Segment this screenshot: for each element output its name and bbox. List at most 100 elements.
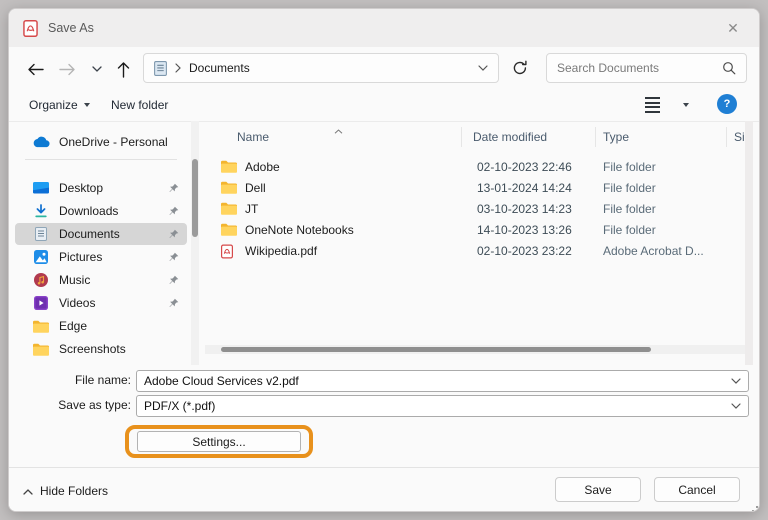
column-header-name[interactable]: Name xyxy=(237,130,269,144)
forward-button[interactable] xyxy=(55,57,79,81)
sidebar-item-label: Screenshots xyxy=(59,342,126,356)
horizontal-scrollbar[interactable] xyxy=(205,345,753,354)
file-date: 02-10-2023 22:46 xyxy=(477,160,572,174)
file-name: Dell xyxy=(245,181,266,195)
sidebar-item-label: OneDrive - Personal xyxy=(59,135,168,149)
folder-icon xyxy=(221,181,237,194)
column-divider[interactable] xyxy=(461,127,462,147)
file-row-dell[interactable]: Dell 13-01-2024 14:24 File folder xyxy=(205,178,753,199)
sidebar-item-label: Music xyxy=(59,273,90,287)
file-name-combobox[interactable] xyxy=(136,370,749,392)
file-type: File folder xyxy=(603,202,656,216)
cancel-button[interactable]: Cancel xyxy=(654,477,740,502)
up-button[interactable] xyxy=(111,57,135,81)
search-input[interactable] xyxy=(547,61,722,75)
hide-folders-button[interactable]: Hide Folders xyxy=(23,481,108,501)
folder-icon xyxy=(221,160,237,173)
acrobat-pdf-icon xyxy=(23,20,38,37)
save-as-type-combobox[interactable]: PDF/X (*.pdf) xyxy=(136,395,749,417)
column-header-date-modified[interactable]: Date modified xyxy=(473,130,547,144)
chevron-down-icon[interactable] xyxy=(731,378,741,384)
pin-icon xyxy=(169,229,179,239)
resize-grip[interactable] xyxy=(748,502,758,512)
file-name: OneNote Notebooks xyxy=(245,223,354,237)
sidebar-item-label: Edge xyxy=(59,319,87,333)
sidebar-item-label: Downloads xyxy=(59,204,118,218)
file-row-wikipedia-pdf[interactable]: Wikipedia.pdf 02-10-2023 23:22 Adobe Acr… xyxy=(205,241,753,262)
file-date: 14-10-2023 13:26 xyxy=(477,223,572,237)
search-box xyxy=(546,53,747,83)
recent-locations-chevron-icon[interactable] xyxy=(85,57,109,81)
chevron-up-icon xyxy=(23,484,33,498)
address-dropdown-chevron-icon[interactable] xyxy=(478,65,488,71)
back-button[interactable] xyxy=(23,57,47,81)
column-divider[interactable] xyxy=(595,127,596,147)
chevron-down-icon[interactable] xyxy=(731,403,741,409)
sidebar-item-videos[interactable]: Videos xyxy=(15,292,187,314)
file-row-onenote-notebooks[interactable]: OneNote Notebooks 14-10-2023 13:26 File … xyxy=(205,220,753,241)
breadcrumb-documents[interactable]: Documents xyxy=(189,61,250,75)
sort-ascending-icon xyxy=(334,121,343,139)
sidebar-item-onedrive[interactable]: OneDrive - Personal xyxy=(15,131,187,153)
settings-button[interactable]: Settings... xyxy=(137,431,301,452)
file-list: Name Date modified Type Size Adobe 02-10… xyxy=(205,121,753,365)
file-list-vertical-scrollbar[interactable] xyxy=(745,121,753,365)
sidebar-scrollbar[interactable] xyxy=(191,121,199,365)
sidebar-item-label: Videos xyxy=(59,296,95,310)
sidebar-item-documents[interactable]: Documents xyxy=(15,223,187,245)
save-as-type-label: Save as type: xyxy=(9,398,131,412)
title-bar[interactable]: Save As ✕ xyxy=(9,9,759,47)
pdf-file-icon xyxy=(221,244,233,259)
window-title: Save As xyxy=(48,21,94,35)
main-area: OneDrive - Personal Desktop Downloads xyxy=(9,121,760,365)
pin-icon xyxy=(169,183,179,193)
sidebar-item-music[interactable]: Music xyxy=(15,269,187,291)
file-type: Adobe Acrobat D... xyxy=(603,244,704,258)
file-row-adobe[interactable]: Adobe 02-10-2023 22:46 File folder xyxy=(205,157,753,178)
sidebar-item-screenshots[interactable]: Screenshots xyxy=(15,338,187,360)
sidebar-separator xyxy=(25,159,177,160)
sidebar-item-desktop[interactable]: Desktop xyxy=(15,177,187,199)
change-view-button[interactable] xyxy=(639,93,666,117)
file-row-jt[interactable]: JT 03-10-2023 14:23 File folder xyxy=(205,199,753,220)
list-view-icon xyxy=(645,97,660,113)
pin-icon xyxy=(169,206,179,216)
sidebar-item-pictures[interactable]: Pictures xyxy=(15,246,187,268)
screenshot-frame: Save As ✕ Do xyxy=(0,0,768,520)
save-as-type-value: PDF/X (*.pdf) xyxy=(137,399,731,413)
refresh-button[interactable] xyxy=(507,56,533,80)
view-options-chevron-icon[interactable] xyxy=(677,93,695,117)
sidebar-item-edge[interactable]: Edge xyxy=(15,315,187,337)
sidebar-item-label: Pictures xyxy=(59,250,102,264)
footer-bar: Hide Folders Save Cancel xyxy=(9,467,760,512)
column-headers: Name Date modified Type Size xyxy=(205,125,753,149)
column-divider[interactable] xyxy=(726,127,727,147)
sidebar-scrollbar-thumb[interactable] xyxy=(192,159,198,237)
pictures-icon xyxy=(31,250,51,264)
help-button[interactable]: ? xyxy=(717,94,737,114)
horizontal-scrollbar-thumb[interactable] xyxy=(221,347,651,352)
organize-button[interactable]: Organize xyxy=(23,93,96,117)
file-type: File folder xyxy=(603,160,656,174)
save-button[interactable]: Save xyxy=(555,477,641,502)
new-folder-button[interactable]: New folder xyxy=(105,93,174,117)
music-icon xyxy=(31,273,51,287)
highlight-annotation: Settings... xyxy=(125,425,313,458)
address-bar[interactable]: Documents xyxy=(143,53,499,83)
save-as-dialog: Save As ✕ Do xyxy=(8,8,760,512)
folder-icon xyxy=(221,202,237,215)
column-header-type[interactable]: Type xyxy=(603,130,629,144)
file-name: Adobe xyxy=(245,160,280,174)
sidebar-item-downloads[interactable]: Downloads xyxy=(15,200,187,222)
breadcrumb-chevron-icon xyxy=(175,63,181,73)
file-name-input[interactable] xyxy=(137,374,731,388)
close-button[interactable]: ✕ xyxy=(721,17,745,39)
documents-location-icon xyxy=(154,61,167,76)
folder-icon xyxy=(221,223,237,236)
folder-icon xyxy=(31,320,51,333)
file-name: Wikipedia.pdf xyxy=(245,244,317,258)
videos-icon xyxy=(31,296,51,310)
downloads-icon xyxy=(31,204,51,218)
file-date: 13-01-2024 14:24 xyxy=(477,181,572,195)
file-type: File folder xyxy=(603,223,656,237)
